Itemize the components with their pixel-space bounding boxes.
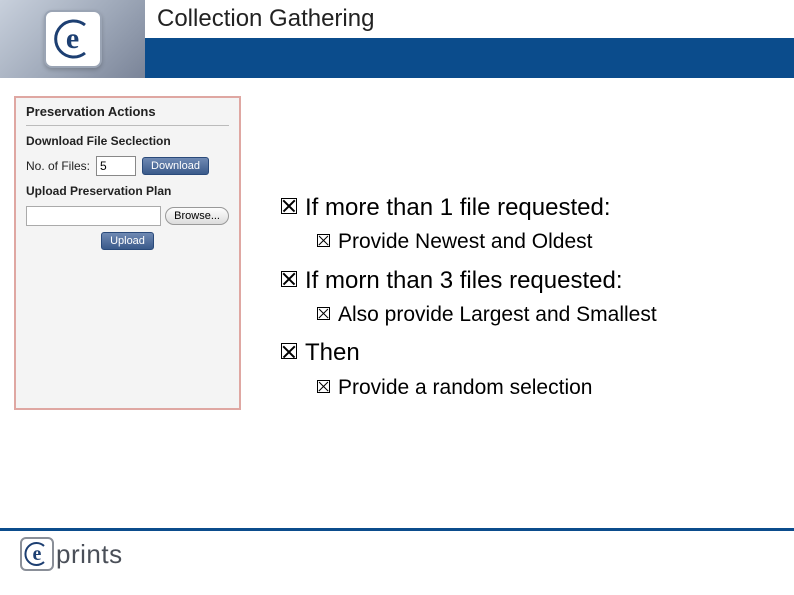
sub-bullet-text: Provide Newest and Oldest xyxy=(338,228,592,256)
bullet-list: If more than 1 file requested: Provide N… xyxy=(281,192,657,410)
preservation-panel: Preservation Actions Download File Secle… xyxy=(14,96,241,410)
xbox-bullet-icon xyxy=(281,271,297,287)
bullet-item: If morn than 3 files requested: xyxy=(281,265,657,297)
title-accent-bar xyxy=(145,38,794,78)
browse-button[interactable]: Browse... xyxy=(165,207,229,225)
browse-row: Browse... xyxy=(26,206,229,226)
num-files-input[interactable] xyxy=(96,156,136,176)
sub-bullet-text: Also provide Largest and Smallest xyxy=(338,301,657,329)
xbox-bullet-icon xyxy=(281,343,297,359)
bullet-item: Then xyxy=(281,337,657,369)
upload-section-title: Upload Preservation Plan xyxy=(26,184,229,198)
bullet-text: If more than 1 file requested: xyxy=(305,192,611,224)
sub-bullet-item: Also provide Largest and Smallest xyxy=(317,301,657,329)
file-path-input[interactable] xyxy=(26,206,161,226)
header-logo-area: e xyxy=(0,0,145,78)
logo-box: e xyxy=(44,10,102,68)
eprints-logo: e prints xyxy=(20,537,794,571)
slide-content: Preservation Actions Download File Secle… xyxy=(0,78,794,410)
page-title: Collection Gathering xyxy=(145,0,794,38)
panel-title: Preservation Actions xyxy=(26,104,229,126)
upload-button[interactable]: Upload xyxy=(101,232,154,250)
slide-footer: e prints xyxy=(0,528,794,571)
logo-arc-icon xyxy=(22,539,52,569)
xbox-bullet-icon xyxy=(281,198,297,214)
logo-letter: e xyxy=(66,22,79,56)
num-files-label: No. of Files: xyxy=(26,159,90,173)
bullet-text: If morn than 3 files requested: xyxy=(305,265,623,297)
xbox-bullet-icon xyxy=(317,234,330,247)
bullet-item: If more than 1 file requested: xyxy=(281,192,657,224)
sub-bullet-item: Provide Newest and Oldest xyxy=(317,228,657,256)
footer-brand-text: prints xyxy=(56,539,123,570)
num-files-row: No. of Files: Download xyxy=(26,156,229,176)
xbox-bullet-icon xyxy=(317,380,330,393)
slide-header: e Collection Gathering xyxy=(0,0,794,78)
sub-bullet-item: Provide a random selection xyxy=(317,374,657,402)
bullet-text: Then xyxy=(305,337,360,369)
download-section-title: Download File Seclection xyxy=(26,134,229,148)
xbox-bullet-icon xyxy=(317,307,330,320)
header-right: Collection Gathering xyxy=(145,0,794,78)
footer-logo-badge: e xyxy=(20,537,54,571)
sub-bullet-text: Provide a random selection xyxy=(338,374,592,402)
download-button[interactable]: Download xyxy=(142,157,209,175)
